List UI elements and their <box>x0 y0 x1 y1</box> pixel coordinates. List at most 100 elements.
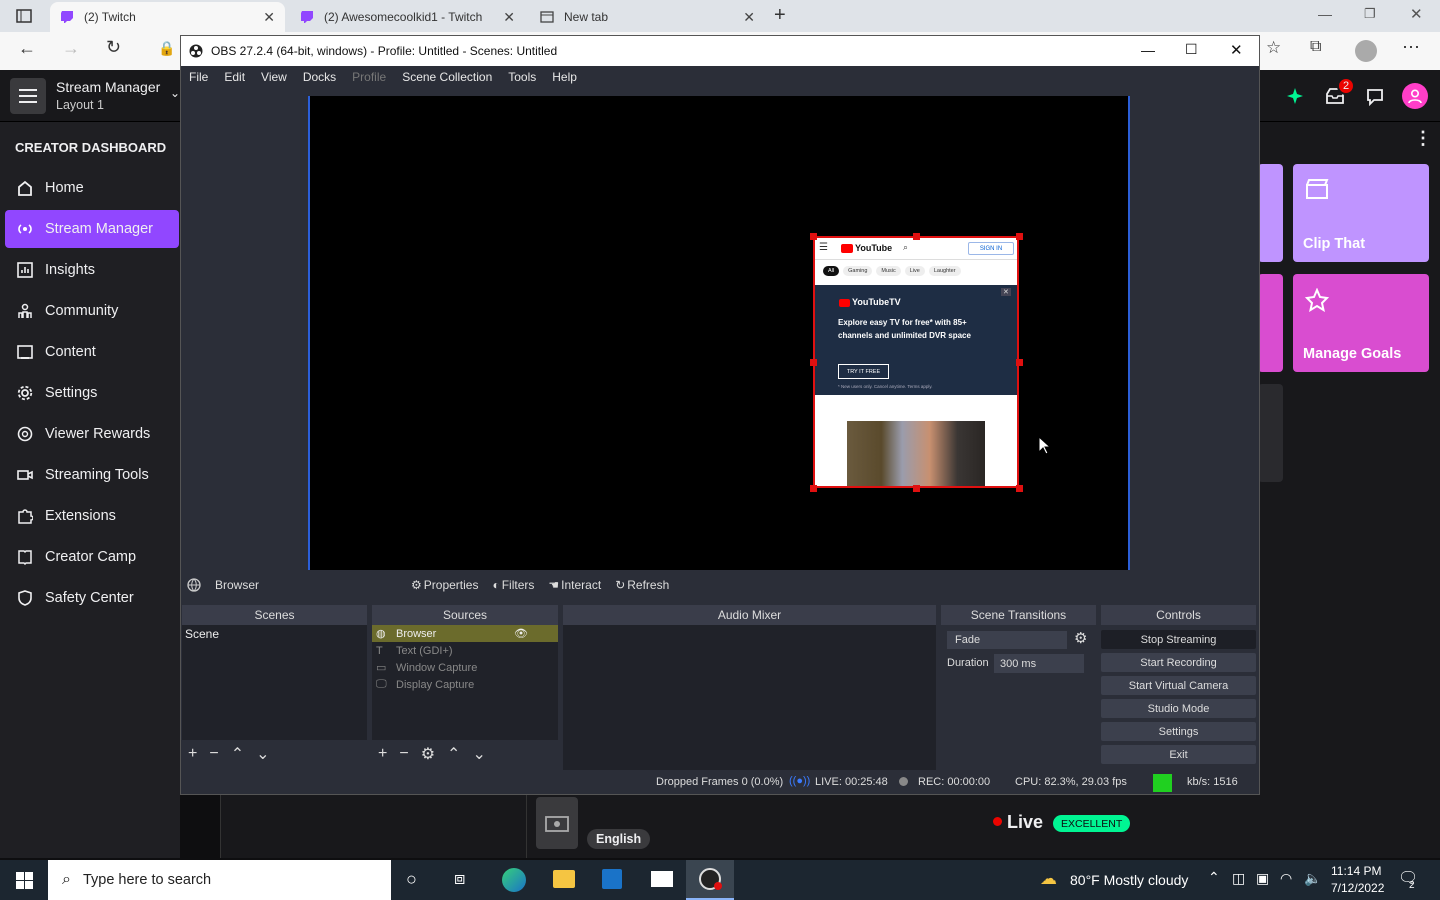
remove-icon[interactable]: − <box>399 745 408 763</box>
visibility-icon[interactable]: 👁 <box>514 627 528 640</box>
close-window-icon[interactable]: ✕ <box>1410 5 1423 23</box>
source-item-display[interactable]: 🖵 Display Capture <box>372 676 558 693</box>
sparkle-icon[interactable] <box>1286 87 1304 105</box>
menu-docks[interactable]: Docks <box>303 70 336 84</box>
obs-taskbar-button[interactable] <box>686 860 734 900</box>
gear-icon[interactable]: ⚙ <box>1074 629 1087 647</box>
scene-item[interactable]: Scene <box>182 625 367 643</box>
exit-button[interactable]: Exit <box>1101 745 1256 764</box>
cortana-icon[interactable]: ○ <box>406 869 417 890</box>
minimize-icon[interactable]: — <box>1318 6 1332 22</box>
tab-awesomecoolkid[interactable]: (2) Awesomecoolkid1 - Twitch ✕ <box>290 2 525 32</box>
start-recording-button[interactable]: Start Recording <box>1101 653 1256 672</box>
chevron-up-icon[interactable]: ⌃ <box>1208 869 1220 886</box>
resize-handle[interactable] <box>1016 359 1023 366</box>
sidebar-item-streaming-tools[interactable]: Streaming Tools <box>5 456 179 494</box>
add-icon[interactable]: + <box>378 745 387 763</box>
resize-handle[interactable] <box>1016 485 1023 492</box>
sidebar-item-extensions[interactable]: Extensions <box>5 497 179 535</box>
transition-select[interactable]: Fade <box>947 631 1067 649</box>
meet-now-icon[interactable]: ◫ <box>1232 870 1245 887</box>
volume-icon[interactable]: 🔈 <box>1304 870 1321 887</box>
resize-handle[interactable] <box>913 485 920 492</box>
back-icon[interactable]: ← <box>18 38 36 59</box>
menu-file[interactable]: File <box>189 70 208 84</box>
minimize-icon[interactable]: — <box>1141 42 1155 58</box>
resize-handle[interactable] <box>810 485 817 492</box>
more-icon[interactable]: ⋯ <box>1402 37 1420 58</box>
sidebar-item-home[interactable]: Home <box>5 169 179 207</box>
sidebar-item-insights[interactable]: Insights <box>5 251 179 289</box>
resize-handle[interactable] <box>913 233 920 240</box>
close-icon[interactable]: ✕ <box>503 9 515 26</box>
settings-button[interactable]: Settings <box>1101 722 1256 741</box>
studio-mode-button[interactable]: Studio Mode <box>1101 699 1256 718</box>
clock-date[interactable]: 7/12/2022 <box>1331 881 1384 895</box>
remove-icon[interactable]: − <box>209 745 218 763</box>
sidebar-item-safety-center[interactable]: Safety Center <box>5 579 179 617</box>
stream-thumbnail[interactable] <box>536 797 578 849</box>
sidebar-item-settings[interactable]: Settings <box>5 374 179 412</box>
edge-icon[interactable] <box>502 868 526 892</box>
resize-handle[interactable] <box>1016 233 1023 240</box>
sidebar-item-viewer-rewards[interactable]: Viewer Rewards <box>5 415 179 453</box>
menu-tools[interactable]: Tools <box>508 70 536 84</box>
sidebar-item-content[interactable]: Content <box>5 333 179 371</box>
properties-button[interactable]: ⚙ Properties <box>411 578 478 592</box>
start-virtual-camera-button[interactable]: Start Virtual Camera <box>1101 676 1256 695</box>
refresh-icon[interactable]: ↻ <box>106 37 121 58</box>
chevron-down-icon[interactable]: ⌄ <box>170 86 180 100</box>
refresh-button[interactable]: ↻ Refresh <box>615 578 669 592</box>
menu-button[interactable] <box>10 78 46 114</box>
wifi-icon[interactable]: ◠ <box>1280 870 1292 887</box>
weather-icon[interactable]: ☁ <box>1040 869 1057 889</box>
close-icon[interactable]: ✕ <box>263 9 275 26</box>
language-tag[interactable]: English <box>587 829 651 849</box>
close-icon[interactable]: ✕ <box>743 9 755 26</box>
clip-that-button[interactable]: Clip That <box>1293 164 1429 262</box>
add-tab-icon[interactable]: + <box>774 4 786 27</box>
menu-scene-collection[interactable]: Scene Collection <box>402 70 492 84</box>
quick-action-partial[interactable] <box>1258 274 1283 372</box>
restore-icon[interactable]: ❐ <box>1364 6 1376 22</box>
quick-action-partial[interactable] <box>1258 164 1283 262</box>
network-icon[interactable]: ▣ <box>1256 870 1269 887</box>
close-icon[interactable]: ✕ <box>1230 41 1243 59</box>
menu-help[interactable]: Help <box>552 70 577 84</box>
add-icon[interactable]: + <box>188 745 197 763</box>
source-item-browser[interactable]: ◍ Browser 👁 <box>372 625 558 642</box>
tab-new[interactable]: New tab ✕ <box>530 2 765 32</box>
forward-icon[interactable]: → <box>62 38 80 59</box>
gear-icon[interactable]: ⚙ <box>421 744 435 764</box>
file-explorer-icon[interactable] <box>553 870 575 888</box>
resize-handle[interactable] <box>810 233 817 240</box>
resize-handle[interactable] <box>810 359 817 366</box>
whispers-icon[interactable] <box>1366 88 1384 106</box>
store-icon[interactable] <box>602 869 622 889</box>
favorites-icon[interactable]: ☆ <box>1266 38 1281 58</box>
sidebar-item-stream-manager[interactable]: Stream Manager <box>5 210 179 248</box>
windows-start-icon[interactable] <box>16 872 33 889</box>
avatar[interactable] <box>1355 40 1377 62</box>
taskbar-search[interactable]: ⌕ Type here to search <box>48 860 391 900</box>
sidebar-item-community[interactable]: Community <box>5 292 179 330</box>
preview-canvas[interactable]: ☰ YouTube ⌕ SIGN IN All Gaming Music Liv… <box>308 96 1130 570</box>
maximize-icon[interactable]: ☐ <box>1185 41 1198 58</box>
stop-streaming-button[interactable]: Stop Streaming <box>1101 630 1256 649</box>
task-view-icon[interactable]: ⧈ <box>454 868 465 889</box>
more-vertical-icon[interactable]: ⋮ <box>1414 128 1432 149</box>
menu-profile[interactable]: Profile <box>352 70 386 84</box>
move-down-icon[interactable]: ⌄ <box>472 744 485 764</box>
weather-text[interactable]: 80°F Mostly cloudy <box>1070 872 1188 888</box>
duration-input[interactable]: 300 ms <box>994 654 1084 673</box>
mail-icon[interactable] <box>651 871 673 887</box>
menu-edit[interactable]: Edit <box>224 70 245 84</box>
filters-button[interactable]: ◐ Filters <box>492 578 534 592</box>
browser-source[interactable]: ☰ YouTube ⌕ SIGN IN All Gaming Music Liv… <box>813 236 1019 488</box>
collections-icon[interactable]: ⧉ <box>1310 38 1321 56</box>
interact-button[interactable]: ☚ Interact <box>548 578 601 592</box>
move-up-icon[interactable]: ⌃ <box>447 744 460 764</box>
user-avatar[interactable] <box>1402 83 1428 109</box>
move-up-icon[interactable]: ⌃ <box>231 744 244 764</box>
source-item-window[interactable]: ▭ Window Capture <box>372 659 558 676</box>
